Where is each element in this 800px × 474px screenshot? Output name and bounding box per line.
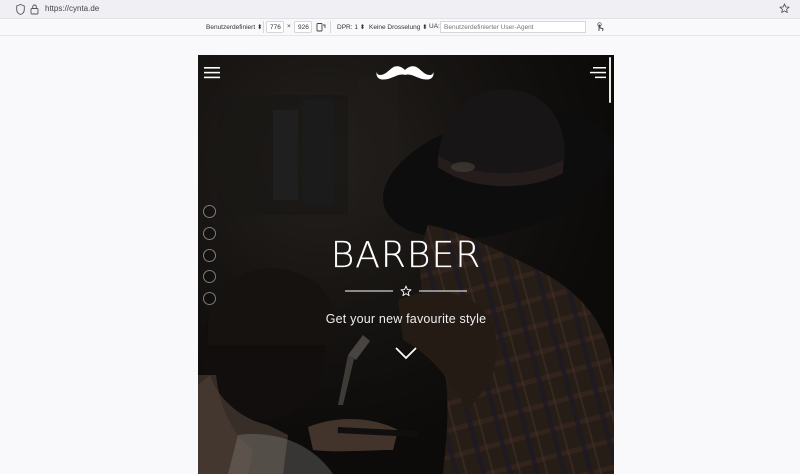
bookmark-star-icon[interactable]: [779, 3, 790, 14]
dimension-separator: ×: [287, 23, 291, 30]
lock-icon[interactable]: [30, 4, 39, 15]
menu-lines-icon[interactable]: [590, 66, 606, 79]
viewport-height-input[interactable]: 926: [294, 21, 312, 33]
touch-icon[interactable]: [595, 22, 605, 32]
url-text[interactable]: https://cynta.de: [45, 4, 99, 13]
viewport-width-input[interactable]: 776: [266, 21, 284, 33]
chevron-down-icon[interactable]: [395, 346, 417, 360]
browser-address-bar: https://cynta.de: [0, 0, 800, 19]
rotate-icon[interactable]: [316, 22, 326, 32]
device-viewport: BARBER Get your new favourite style: [198, 55, 614, 474]
ua-label: UA:: [429, 23, 440, 30]
hero-subtitle: Get your new favourite style: [325, 312, 487, 326]
hamburger-menu-icon[interactable]: [204, 66, 220, 79]
section-dot[interactable]: [203, 205, 216, 218]
toolbar-divider: [330, 21, 331, 33]
mustache-logo[interactable]: [376, 63, 434, 83]
hero-title: BARBER: [330, 235, 482, 276]
responsive-design-toolbar: Benutzerdefiniert ⬍ 776 × 926 DPR: 1 ⬍ K…: [0, 19, 800, 36]
toolbar-divider: [263, 21, 264, 33]
title-divider: [345, 285, 467, 297]
throttling-select[interactable]: Keine Drosselung ⬍: [369, 23, 428, 31]
dpr-select[interactable]: DPR: 1 ⬍: [337, 23, 365, 31]
scrollbar[interactable]: [609, 57, 611, 103]
section-dot[interactable]: [203, 292, 216, 306]
user-agent-input[interactable]: [440, 21, 586, 33]
device-select[interactable]: Benutzerdefiniert ⬍: [206, 23, 262, 31]
star-icon: [400, 285, 412, 297]
shield-icon[interactable]: [16, 4, 25, 15]
